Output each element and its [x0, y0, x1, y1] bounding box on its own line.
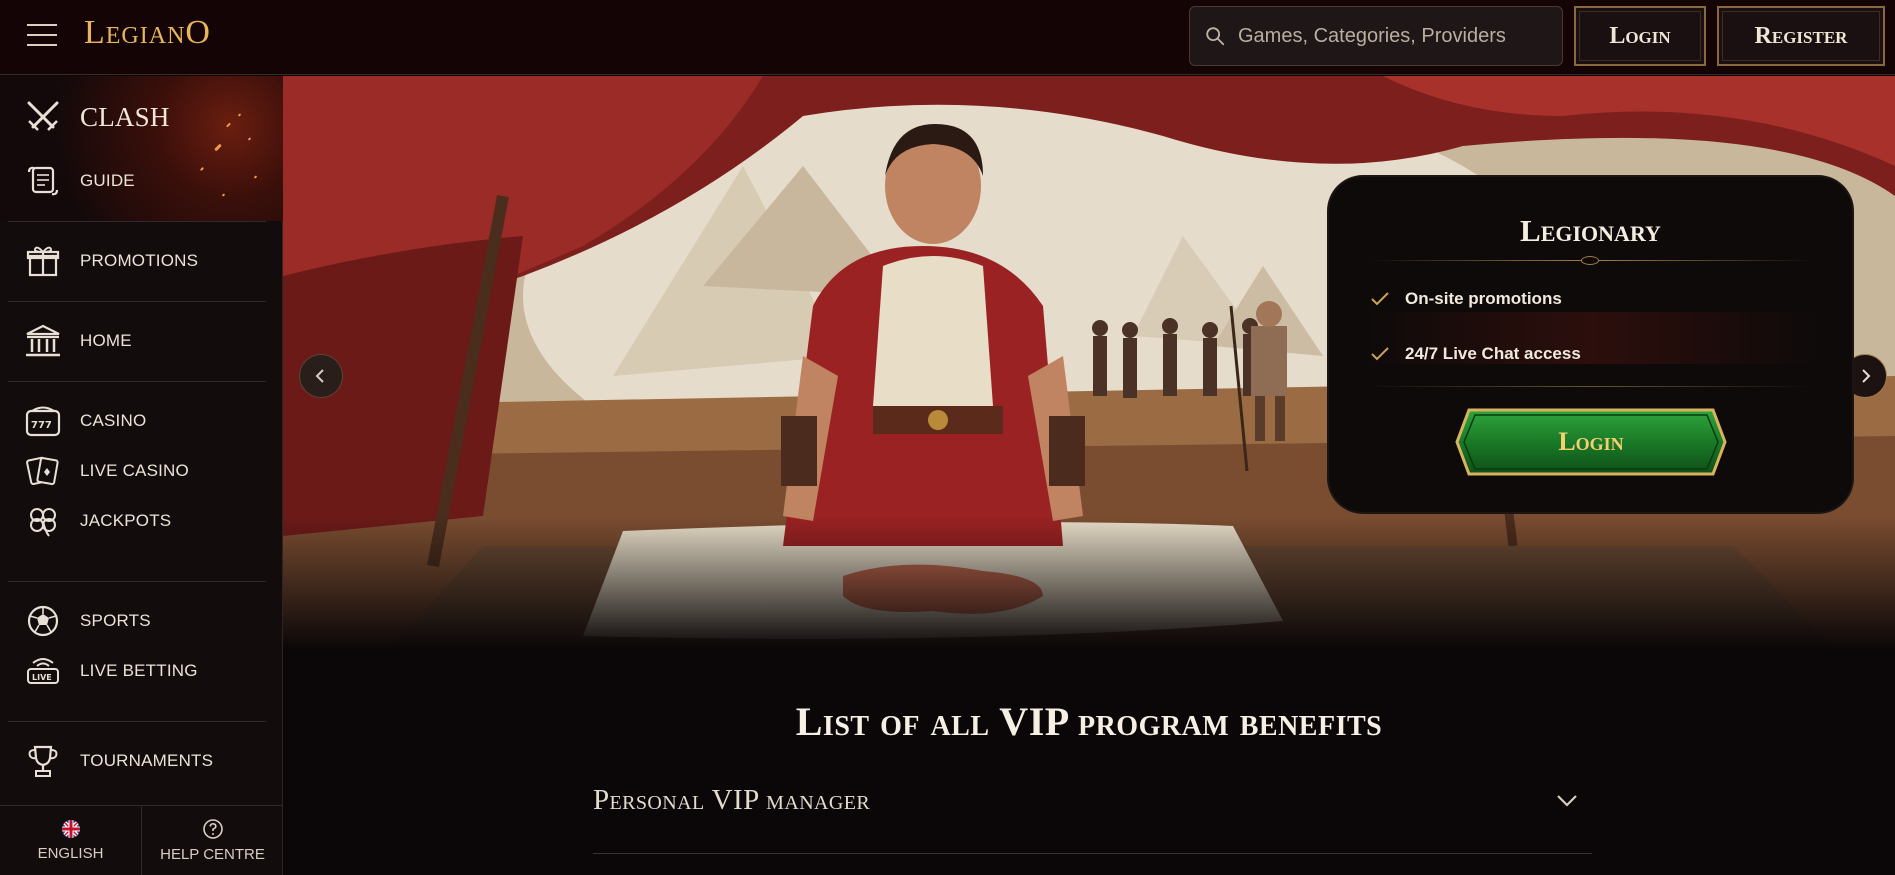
playing-cards-icon [24, 452, 62, 490]
hamburger-menu-icon[interactable] [27, 24, 57, 48]
sidebar-item-promotions[interactable]: PROMOTIONS [24, 242, 198, 280]
sidebar-item-label: GUIDE [80, 171, 135, 190]
sidebar-item-label: TOURNAMENTS [80, 751, 214, 770]
sidebar-item-guide[interactable]: GUIDE [24, 162, 135, 200]
help-icon [202, 819, 223, 839]
sidebar-item-label: JACKPOTS [80, 511, 172, 530]
language-label: ENGLISH [37, 845, 104, 862]
card-login-button[interactable]: Login [1455, 408, 1727, 476]
rank-benefit-item: 24/7 Live Chat access [1369, 343, 1581, 365]
gift-icon [24, 242, 62, 280]
sidebar-item-live-betting[interactable]: LIVE LIVE BETTING [24, 652, 198, 690]
trophy-icon [24, 742, 62, 780]
chevron-down-icon [1557, 795, 1577, 807]
card-divider [1369, 386, 1812, 387]
rank-title: Legionary [1520, 213, 1661, 248]
svg-text:777: 777 [31, 420, 52, 431]
search-icon [1206, 27, 1225, 46]
sidebar-item-label: CASINO [80, 411, 147, 430]
slot-machine-icon: 777 [24, 402, 62, 440]
top-header: LegianO Login Register [0, 0, 1895, 75]
uk-flag-icon [61, 820, 80, 838]
search-input[interactable] [1238, 24, 1538, 48]
svg-text:LIVE: LIVE [32, 673, 52, 682]
rank-benefit-item: On-site promotions [1369, 288, 1562, 310]
sidebar-item-label: CLASH [80, 101, 170, 132]
header-login-button[interactable]: Login [1574, 6, 1706, 66]
rank-benefit-text: 24/7 Live Chat access [1405, 344, 1581, 363]
carousel-prev-button[interactable] [299, 354, 343, 398]
sidebar-item-sports[interactable]: SPORTS [24, 602, 151, 640]
sidebar-item-label: LIVE BETTING [80, 661, 198, 680]
site-logo[interactable]: LegianO [84, 14, 211, 52]
sidebar-item-tournaments[interactable]: TOURNAMENTS [24, 742, 213, 780]
sidebar-divider [8, 581, 266, 582]
check-icon [1371, 347, 1389, 361]
scroll-icon [24, 162, 62, 200]
card-login-label: Login [1558, 427, 1624, 456]
accordion-item-title: Personal VIP manager [593, 784, 871, 816]
temple-icon [24, 322, 62, 360]
section-title: List of all VIP program benefits [795, 699, 1383, 744]
sidebar-item-jackpots[interactable]: JACKPOTS [24, 502, 171, 540]
live-broadcast-icon: LIVE [24, 652, 62, 690]
sidebar-item-label: HOME [80, 331, 132, 350]
sidebar-divider [8, 221, 266, 222]
language-selector[interactable]: ENGLISH [0, 806, 141, 875]
accordion-item[interactable]: Personal VIP manager [593, 778, 1592, 854]
sidebar-divider [8, 381, 266, 382]
sidebar-item-label: LIVE CASINO [80, 461, 189, 480]
check-icon [1371, 292, 1389, 306]
help-centre-link[interactable]: HELP CENTRE [141, 806, 283, 875]
help-centre-label: HELP CENTRE [160, 846, 265, 863]
clover-icon [24, 502, 62, 540]
sidebar-divider [8, 301, 266, 302]
sidebar-item-label: SPORTS [80, 611, 151, 630]
sidebar-item-live-casino[interactable]: LIVE CASINO [24, 452, 189, 490]
chevron-right-icon [1862, 369, 1871, 383]
sidebar-item-label: PROMOTIONS [80, 251, 199, 270]
search-box[interactable] [1189, 6, 1563, 66]
sidebar-item-home[interactable]: HOME [24, 322, 132, 360]
sidebar: CLASH GUIDE PROMOTIONS HOME 777 CASINO L… [0, 76, 283, 875]
sidebar-item-clash[interactable]: CLASH [24, 98, 170, 136]
crossed-swords-icon [24, 98, 62, 136]
card-divider-ornament [1581, 256, 1599, 265]
header-register-button[interactable]: Register [1717, 6, 1885, 66]
rank-benefit-text: On-site promotions [1405, 289, 1562, 308]
chevron-left-icon [315, 369, 324, 383]
sidebar-divider [8, 721, 266, 722]
hero-bottom-fade [283, 516, 1895, 656]
sidebar-item-casino[interactable]: 777 CASINO [24, 402, 146, 440]
sidebar-footer: ENGLISH HELP CENTRE [0, 805, 283, 875]
vip-rank-card: Legionary On-site promotions 24/7 Live C… [1329, 177, 1852, 512]
soccer-ball-icon [24, 602, 62, 640]
